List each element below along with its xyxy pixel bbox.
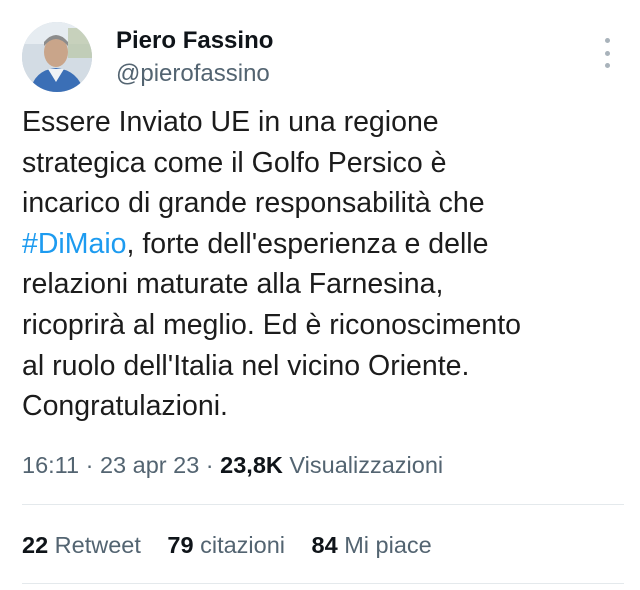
profile-photo-icon xyxy=(22,22,92,92)
tweet-line: Essere Inviato UE in una regione xyxy=(22,106,439,138)
tweet-text: Essere Inviato UE in una regione strateg… xyxy=(22,102,622,427)
tweet-line: strategica come il Golfo Persico è xyxy=(22,146,447,179)
engagement-stats: 22 Retweet 79 citazioni 84 Mi piace xyxy=(22,532,452,559)
retweet-label: Retweet xyxy=(48,532,141,558)
dot-icon xyxy=(604,63,610,68)
retweet-stat[interactable]: 22 Retweet xyxy=(22,532,141,559)
tweet-meta: 16:11 · 23 apr 23 · 23,8K Visualizzazion… xyxy=(22,452,443,479)
hashtag-link[interactable]: #DiMaio xyxy=(22,228,127,260)
divider xyxy=(22,583,624,584)
tweet-time[interactable]: 16:11 xyxy=(22,452,79,478)
quote-label: citazioni xyxy=(193,532,285,558)
like-stat[interactable]: 84 Mi piace xyxy=(312,532,432,559)
quote-count: 79 xyxy=(167,532,194,558)
quote-stat[interactable]: 79 citazioni xyxy=(167,532,285,559)
meta-separator: · xyxy=(199,452,221,478)
meta-separator: · xyxy=(79,452,100,478)
tweet-line: al ruolo dell'Italia nel vicino Oriente. xyxy=(22,349,470,382)
tweet-line: relazioni maturate alla Farnesina, xyxy=(22,268,444,301)
views-label[interactable]: Visualizzazioni xyxy=(283,452,443,478)
retweet-count: 22 xyxy=(22,532,49,558)
dot-icon xyxy=(604,38,610,43)
tweet-line-with-hashtag: #DiMaio, forte dell'esperienza e delle xyxy=(22,224,622,265)
tweet-date[interactable]: 23 apr 23 xyxy=(100,452,199,478)
like-label: Mi piace xyxy=(337,532,432,558)
tweet-line: ricoprirà al meglio. Ed è riconoscimento xyxy=(22,308,521,341)
author-name[interactable]: Piero Fassino xyxy=(116,27,273,55)
dot-icon xyxy=(604,50,610,56)
divider xyxy=(22,504,624,505)
avatar[interactable] xyxy=(22,22,92,92)
tweet-line: Congratulazioni. xyxy=(22,390,228,423)
tweet-line: incarico di grande responsabilità che xyxy=(22,187,485,220)
author-handle[interactable]: @pierofassino xyxy=(116,60,270,88)
tweet-line-text: , forte dell'esperienza e delle xyxy=(126,227,489,260)
like-count: 84 xyxy=(311,532,338,558)
more-options-icon[interactable] xyxy=(600,38,614,68)
views-count[interactable]: 23,8K xyxy=(220,452,283,478)
